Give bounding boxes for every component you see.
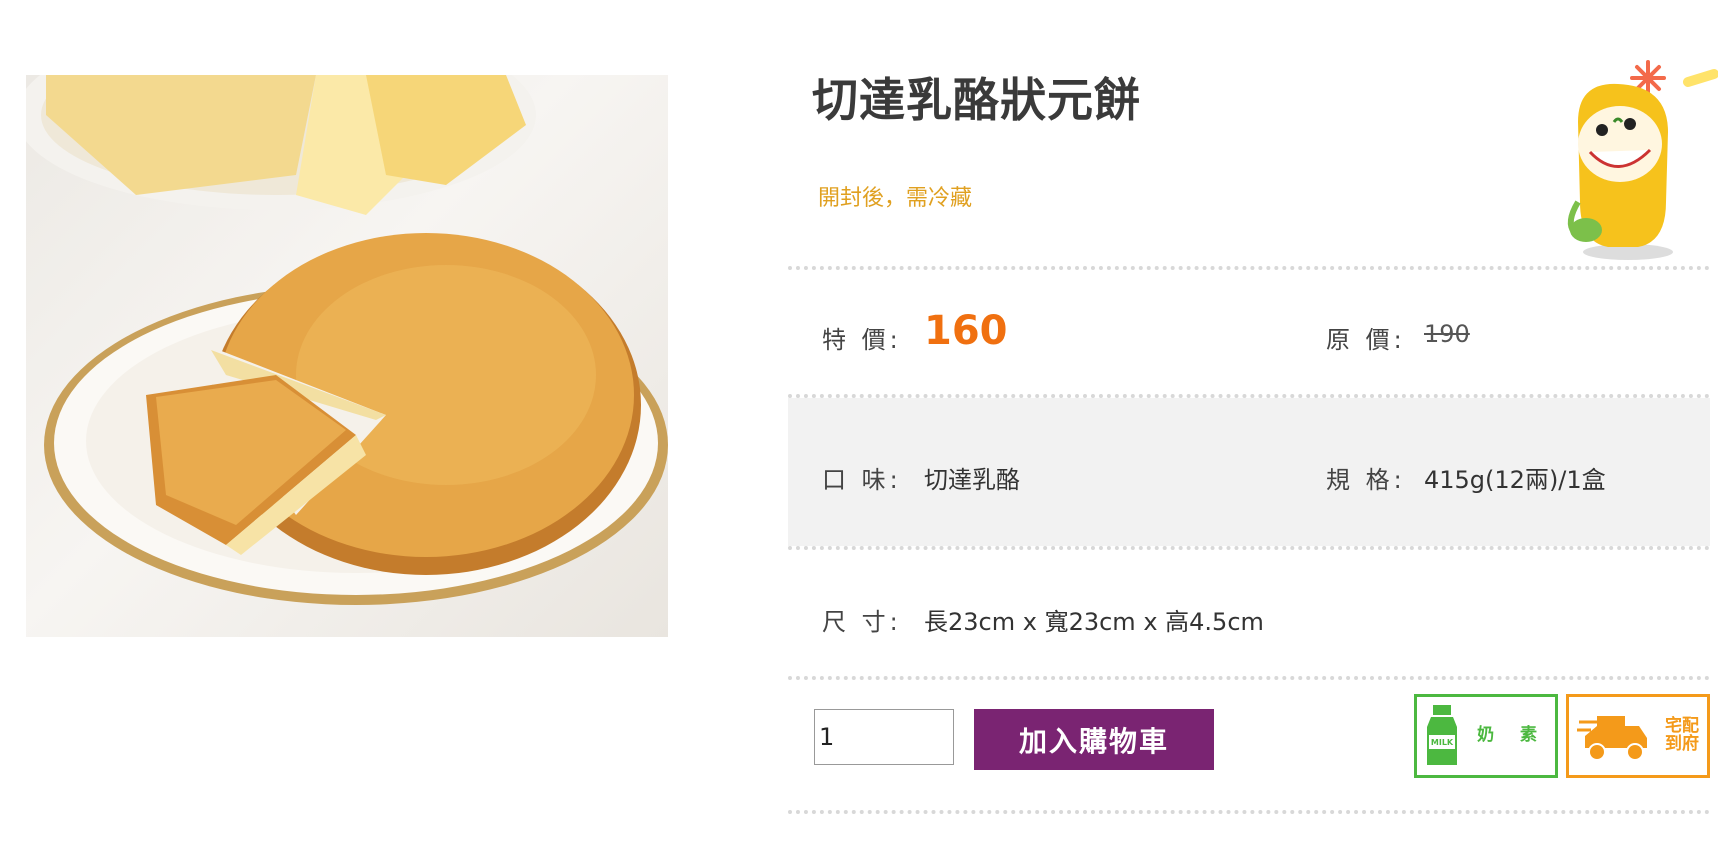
milk-badge-label: 奶 素 bbox=[1477, 725, 1547, 746]
special-price-value: 160 bbox=[924, 308, 1008, 354]
add-to-cart-button[interactable]: 加入購物車 bbox=[974, 709, 1214, 770]
vegetarian-milk-badge: MILK 奶 素 bbox=[1414, 694, 1558, 778]
divider bbox=[788, 810, 1710, 814]
original-price-label: 原 價: bbox=[1326, 326, 1406, 354]
size-label: 尺 寸: bbox=[822, 608, 902, 636]
flavor-spec-row: 口 味: 切達乳酪 規 格: 415g(12兩)/1盒 bbox=[788, 398, 1710, 546]
divider bbox=[788, 676, 1710, 680]
delivery-truck-icon bbox=[1577, 716, 1647, 761]
product-title: 切達乳酪狀元餅 bbox=[812, 73, 1141, 127]
delivery-badge-label: 宅配 到府 bbox=[1665, 717, 1699, 754]
original-price-value: 190 bbox=[1424, 320, 1470, 348]
home-delivery-badge: 宅配 到府 bbox=[1566, 694, 1710, 778]
product-info-panel: 切達乳酪狀元餅 開封後，需冷藏 特 價: 160 原 價: 190 口 味: 切… bbox=[788, 0, 1719, 868]
price-row: 特 價: 160 原 價: 190 bbox=[788, 270, 1710, 394]
spec-label: 規 格: bbox=[1326, 466, 1406, 494]
special-price-label: 特 價: bbox=[822, 326, 902, 354]
milk-bottle-text: MILK bbox=[1431, 738, 1454, 747]
size-value: 長23cm x 寬23cm x 高4.5cm bbox=[924, 608, 1264, 636]
milk-bottle-icon: MILK bbox=[1427, 705, 1457, 765]
product-image bbox=[26, 75, 668, 637]
flavor-label: 口 味: bbox=[822, 466, 902, 494]
spec-value: 415g(12兩)/1盒 bbox=[1424, 466, 1606, 494]
quantity-input[interactable] bbox=[814, 709, 954, 765]
flavor-value: 切達乳酪 bbox=[924, 466, 1020, 494]
mascot-character-icon bbox=[1518, 52, 1719, 262]
size-row: 尺 寸: 長23cm x 寬23cm x 高4.5cm bbox=[788, 550, 1710, 676]
delivery-label-line2: 到府 bbox=[1665, 734, 1699, 754]
storage-note: 開封後，需冷藏 bbox=[818, 186, 973, 211]
